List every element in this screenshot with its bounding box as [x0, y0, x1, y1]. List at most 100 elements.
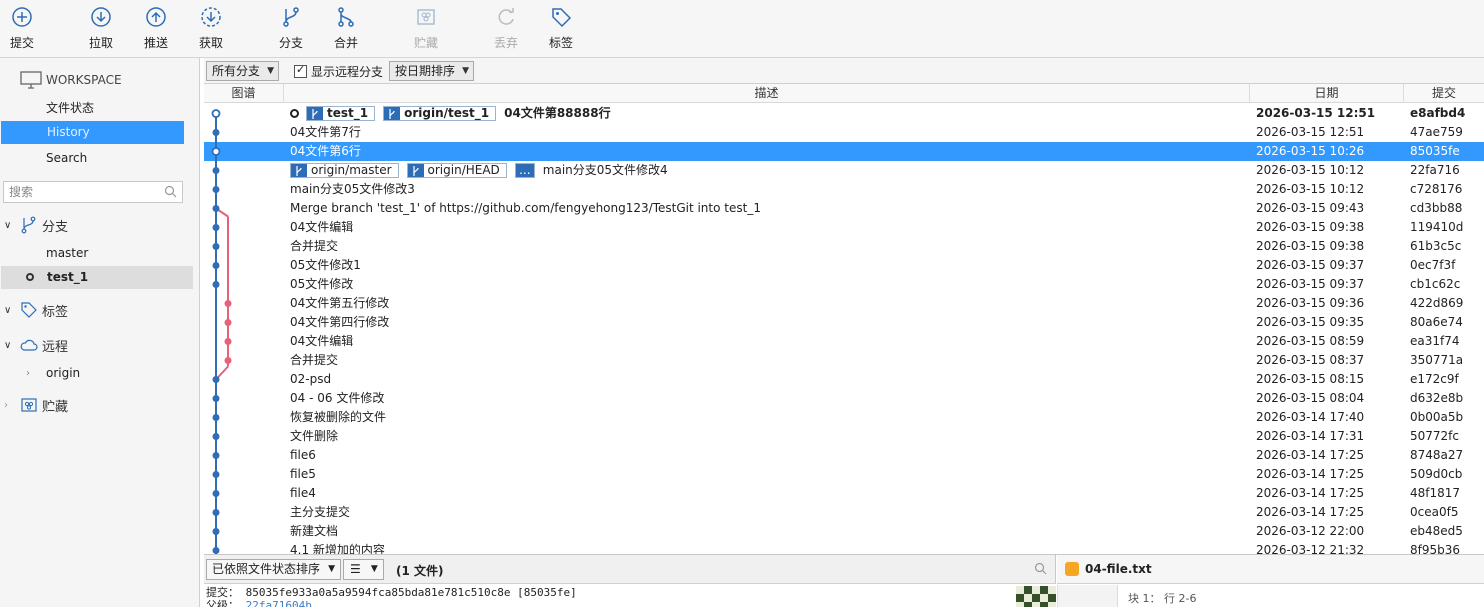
tag-label: 标签 — [548, 36, 573, 50]
push-button[interactable]: 推送 — [134, 6, 178, 54]
sidebar-item-search[interactable]: Search — [0, 147, 193, 170]
commit-node[interactable] — [212, 205, 220, 212]
sort-order-dropdown[interactable]: 按日期排序 ▼ — [389, 61, 475, 81]
file-sort-dropdown[interactable]: 已依照文件状态排序 ▼ — [206, 559, 342, 580]
commit-row[interactable]: 04文件第四行修改 2026-03-15 09:35 80a6e74 — [204, 313, 1484, 332]
commit-node[interactable] — [212, 547, 220, 554]
commit-node[interactable] — [211, 109, 221, 118]
commit-node[interactable] — [212, 167, 220, 174]
commit-row[interactable]: 合并提交 2026-03-15 09:38 61b3c5c — [204, 237, 1484, 256]
commit-row[interactable]: 02-psd 2026-03-15 08:15 e172c9f — [204, 370, 1484, 389]
stash-button[interactable]: 贮藏 — [404, 6, 448, 54]
sidebar: WORKSPACE 文件状态 History Search ∨ 分支 maste… — [0, 58, 200, 607]
commit-row[interactable]: main分支05文件修改3 2026-03-15 10:12 c728176 — [204, 180, 1484, 199]
branch-icon — [21, 216, 36, 234]
file-view-mode-dropdown[interactable]: ☰ ▼ — [343, 559, 384, 580]
commit-node[interactable] — [212, 414, 220, 421]
commit-button[interactable]: 提交 — [0, 6, 44, 54]
commit-row[interactable]: origin/master origin/HEAD... main分支05文件修改4… — [204, 161, 1484, 180]
commit-row[interactable]: 05文件修改 2026-03-15 09:37 cb1c62c — [204, 275, 1484, 294]
commit-node[interactable] — [212, 262, 220, 269]
commit-row[interactable]: 新建文档 2026-03-12 22:00 eb48ed5 — [204, 522, 1484, 541]
commit-node[interactable] — [212, 452, 220, 459]
history-table-header: 图谱 描述 日期 提交 — [204, 84, 1484, 103]
commit-description: 合并提交 — [290, 351, 338, 370]
commit-node[interactable] — [212, 395, 220, 402]
commit-row[interactable]: test_1 origin/test_1 04文件第88888行 2026-03-15… — [204, 104, 1484, 123]
commit-node[interactable] — [212, 433, 220, 440]
sidebar-item-file-status[interactable]: 文件状态 — [0, 97, 193, 120]
tags-group[interactable]: ∨ 标签 — [4, 299, 68, 321]
commit-message: file4 — [290, 486, 316, 500]
branch-button[interactable]: 分支 — [269, 6, 313, 54]
branch-ref-label[interactable]: origin/test_1 — [383, 106, 497, 121]
commit-message: 04文件第五行修改 — [290, 296, 390, 310]
commit-row[interactable]: file5 2026-03-14 17:25 509d0cb — [204, 465, 1484, 484]
branch-master[interactable]: master — [0, 242, 193, 265]
commit-node[interactable] — [224, 319, 232, 326]
commit-node[interactable] — [212, 243, 220, 250]
details-panel: 已依照文件状态排序 ▼ ☰ ▼ (1 文件) 提交： 85035fe933a0a… — [204, 554, 1484, 607]
commit-node[interactable] — [212, 186, 220, 193]
commit-row[interactable]: 04文件第五行修改 2026-03-15 09:36 422d869 — [204, 294, 1484, 313]
commit-row[interactable]: 合并提交 2026-03-15 08:37 350771a — [204, 351, 1484, 370]
commit-node[interactable] — [212, 129, 220, 136]
commit-row[interactable]: 主分支提交 2026-03-14 17:25 0cea0f5 — [204, 503, 1484, 522]
remotes-group[interactable]: ∨ 远程 — [4, 334, 68, 356]
branch-ref-label[interactable]: origin/HEAD — [406, 163, 507, 178]
column-header-date[interactable]: 日期 — [1250, 84, 1404, 103]
commit-row[interactable]: file4 2026-03-14 17:25 48f1817 — [204, 484, 1484, 503]
merge-button[interactable]: 合并 — [324, 6, 368, 54]
sidebar-item-history[interactable]: History — [1, 121, 184, 144]
commit-row[interactable]: 04文件第6行 2026-03-15 10:26 85035fe — [204, 142, 1484, 161]
discard-button[interactable]: 丢弃 — [484, 6, 528, 54]
commit-node[interactable] — [212, 509, 220, 516]
commit-node[interactable] — [224, 300, 232, 307]
commit-node[interactable] — [212, 528, 220, 535]
file-list-toolbar: 已依照文件状态排序 ▼ ☰ ▼ (1 文件) — [204, 555, 1056, 584]
parent-hash-link[interactable]: 22fa71604b — [246, 599, 312, 607]
commit-node[interactable] — [212, 471, 220, 478]
branch-ref-label[interactable]: test_1 — [306, 106, 376, 121]
fetch-button[interactable]: 获取 — [189, 6, 233, 54]
commit-row[interactable]: 04 - 06 文件修改 2026-03-15 08:04 d632e8b — [204, 389, 1484, 408]
more-refs-badge[interactable]: ... — [514, 163, 535, 178]
search-icon[interactable] — [1034, 562, 1047, 575]
hunk-header: 块 1： 行 2-6 — [1057, 585, 1484, 607]
commit-row[interactable]: file6 2026-03-14 17:25 8748a27 — [204, 446, 1484, 465]
commit-row[interactable]: 05文件修改1 2026-03-15 09:37 0ec7f3f — [204, 256, 1484, 275]
tag-button[interactable]: 标签 — [539, 6, 583, 54]
commit-node[interactable] — [212, 281, 220, 288]
commit-row[interactable]: 4.1 新增加的内容 2026-03-12 21:32 8f95b36 — [204, 541, 1484, 554]
commit-node[interactable] — [224, 338, 232, 345]
commit-date: 2026-03-15 09:36 — [1256, 296, 1365, 310]
commit-row[interactable]: 04文件编辑 2026-03-15 09:38 119410d — [204, 218, 1484, 237]
show-remote-branches-checkbox[interactable]: 显示远程分支 — [294, 63, 383, 80]
branch-test-1[interactable]: test_1 — [1, 266, 193, 289]
stash-group[interactable]: › 贮藏 — [4, 394, 68, 416]
commit-row[interactable]: 04文件第7行 2026-03-15 12:51 47ae759 — [204, 123, 1484, 142]
branch-filter-dropdown[interactable]: 所有分支 ▼ — [206, 61, 280, 81]
column-header-graph[interactable]: 图谱 — [204, 84, 284, 103]
pull-button[interactable]: 拉取 — [79, 6, 123, 54]
commit-date: 2026-03-15 08:59 — [1256, 334, 1365, 348]
branch-icon — [307, 107, 323, 120]
commit-node[interactable] — [212, 490, 220, 497]
commit-hash: d632e8b — [1410, 391, 1464, 405]
remote-origin[interactable]: › origin — [0, 362, 193, 385]
column-header-commit[interactable]: 提交 — [1404, 84, 1484, 103]
commit-row[interactable]: 文件删除 2026-03-14 17:31 50772fc — [204, 427, 1484, 446]
cloud-icon — [20, 339, 38, 351]
commit-node[interactable] — [224, 357, 232, 364]
sidebar-search-input[interactable] — [3, 181, 183, 203]
commit-row[interactable]: Merge branch 'test_1' of https://github.… — [204, 199, 1484, 218]
commit-node[interactable] — [211, 147, 221, 156]
column-header-description[interactable]: 描述 — [284, 84, 1250, 103]
commit-row[interactable]: 恢复被删除的文件 2026-03-14 17:40 0b00a5b — [204, 408, 1484, 427]
commit-row[interactable]: 04文件编辑 2026-03-15 08:59 ea31f74 — [204, 332, 1484, 351]
branches-group[interactable]: ∨ 分支 — [4, 214, 68, 236]
commit-node[interactable] — [212, 376, 220, 383]
branch-ref-label[interactable]: origin/master — [290, 163, 399, 178]
commit-node[interactable] — [212, 224, 220, 231]
parent-field-label: 父级： — [206, 599, 239, 607]
